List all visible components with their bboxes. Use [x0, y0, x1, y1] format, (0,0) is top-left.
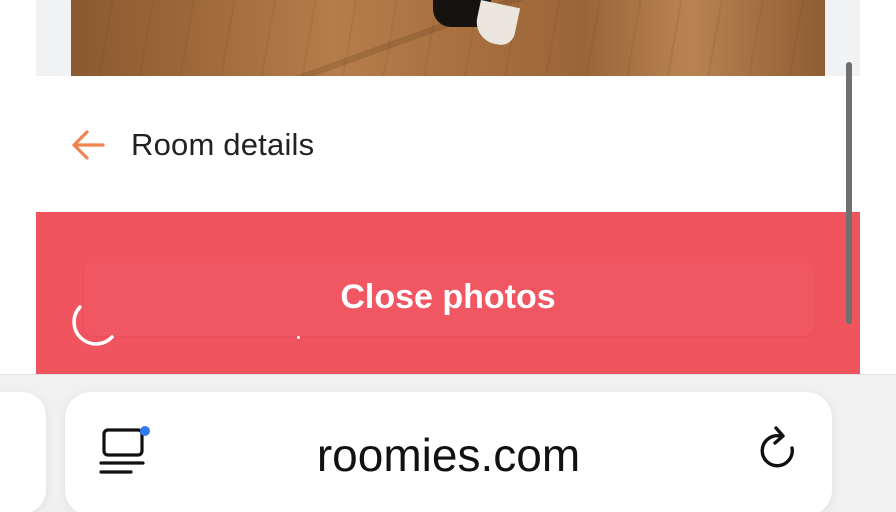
viewport: Room details Close photos roomies.com	[0, 0, 896, 512]
reload-button[interactable]	[752, 424, 804, 478]
back-button[interactable]	[64, 124, 110, 166]
reload-icon	[760, 426, 794, 468]
photo-object	[472, 0, 521, 48]
close-photos-label: Close photos	[340, 278, 556, 316]
url-text[interactable]: roomies.com	[65, 428, 832, 482]
previous-tab[interactable]	[0, 392, 46, 512]
scrollbar[interactable]	[846, 62, 852, 324]
decorative-dot	[297, 336, 300, 339]
spinner-icon	[66, 297, 116, 347]
arrow-left-icon	[72, 130, 105, 160]
page-title: Room details	[131, 127, 315, 162]
room-photo	[71, 0, 825, 76]
